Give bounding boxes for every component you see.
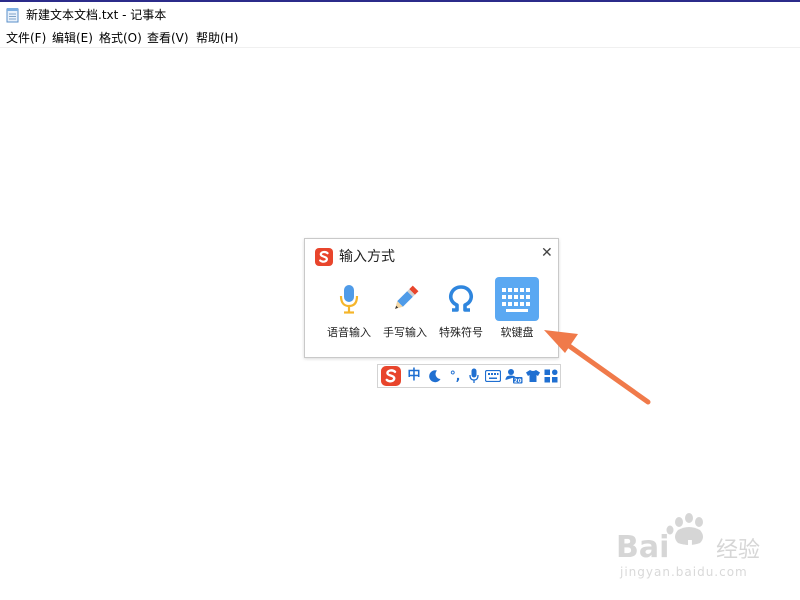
grid-menu-icon[interactable]	[543, 368, 559, 384]
menu-bar: 文件(F) 编辑(E) 格式(O) 查看(V) 帮助(H)	[0, 29, 800, 48]
menu-help[interactable]: 帮助(H)	[196, 31, 238, 45]
option-label: 语音输入	[327, 326, 371, 339]
skin-shirt-icon[interactable]	[525, 368, 541, 384]
option-label: 特殊符号	[439, 326, 483, 339]
menu-format[interactable]: 格式(O)	[99, 31, 142, 45]
user-icon[interactable]: 20	[505, 368, 523, 384]
moon-icon[interactable]	[427, 368, 443, 384]
menu-view[interactable]: 查看(V)	[147, 31, 189, 45]
baidu-jingyan-watermark: Bai du 经验	[616, 513, 760, 565]
option-label: 手写输入	[383, 326, 427, 339]
chinese-mode-icon[interactable]: 中	[405, 368, 423, 384]
omega-icon	[448, 285, 474, 312]
input-method-panel: 输入方式 ✕ 语音输入 手写输入 特殊符号 软键盘	[304, 238, 559, 358]
menu-file[interactable]: 文件(F)	[6, 31, 46, 45]
punctuation-icon[interactable]: °,	[446, 368, 464, 384]
svg-text:Bai: Bai	[616, 530, 669, 565]
option-label: 软键盘	[500, 326, 534, 339]
keyboard-icon	[495, 277, 539, 321]
option-handwriting-input[interactable]: 手写输入	[377, 279, 433, 343]
option-special-symbols[interactable]: 特殊符号	[433, 279, 489, 343]
option-voice-input[interactable]: 语音输入	[321, 279, 377, 343]
menu-edit[interactable]: 编辑(E)	[52, 31, 93, 45]
ime-status-toolbar: 中 °, 20	[377, 364, 561, 388]
microphone-icon[interactable]	[467, 368, 481, 384]
svg-text:经验: 经验	[716, 538, 760, 563]
keyboard-icon[interactable]	[484, 368, 502, 384]
window-title: 新建文本文档.txt - 记事本	[26, 8, 167, 22]
svg-text:20: 20	[514, 378, 522, 384]
watermark-url: jingyan.baidu.com	[620, 565, 748, 579]
microphone-icon	[339, 285, 359, 314]
option-soft-keyboard[interactable]: 软键盘	[489, 277, 545, 343]
sogou-logo-icon	[315, 248, 333, 266]
svg-text:du: du	[678, 538, 709, 563]
notepad-icon	[6, 8, 19, 23]
panel-title: 输入方式	[339, 249, 395, 265]
close-button[interactable]: ✕	[541, 246, 553, 260]
title-bar[interactable]: 新建文本文档.txt - 记事本	[0, 2, 800, 28]
sogou-logo-icon[interactable]	[380, 366, 402, 386]
pencil-icon	[395, 285, 419, 309]
